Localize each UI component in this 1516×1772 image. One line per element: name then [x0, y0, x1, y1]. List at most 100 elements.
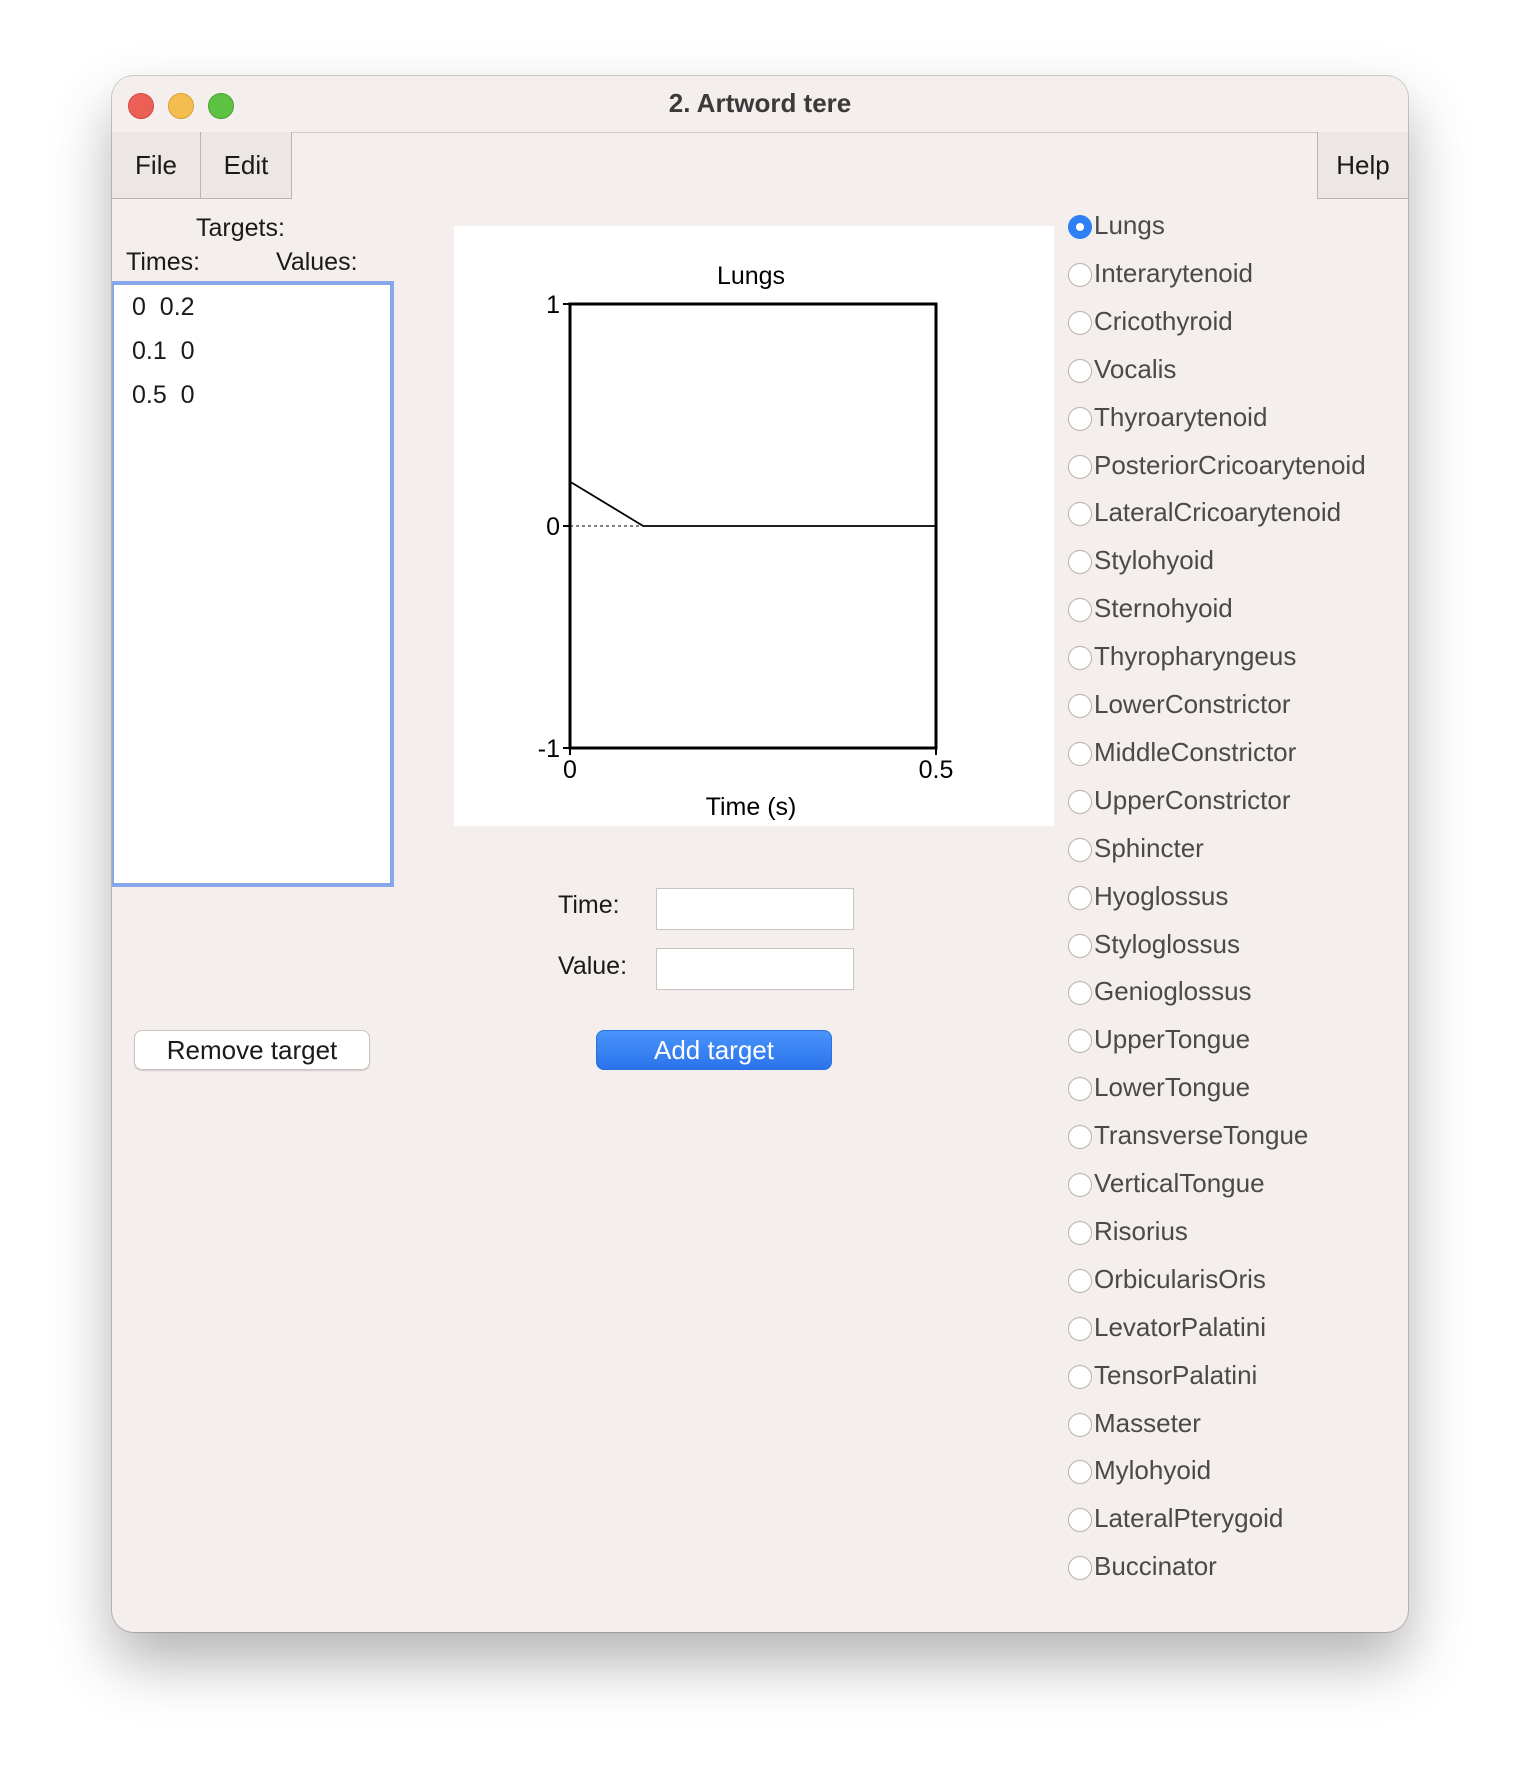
muscle-option-lateralpterygoid[interactable]: LateralPterygoid	[1068, 1503, 1398, 1547]
radio-button[interactable]	[1068, 1364, 1092, 1389]
radio-button[interactable]	[1068, 1125, 1092, 1150]
muscle-option-mylohyoid[interactable]: Mylohyoid	[1068, 1455, 1398, 1499]
muscle-option-genioglossus[interactable]: Genioglossus	[1068, 976, 1398, 1020]
muscle-option-buccinator[interactable]: Buccinator	[1068, 1551, 1398, 1595]
radio-button[interactable]	[1068, 694, 1092, 718]
muscle-option-tensorpalatini[interactable]: TensorPalatini	[1068, 1360, 1398, 1404]
app-window: 2. Artword tere File Edit Help Targets: …	[112, 76, 1408, 1632]
muscle-label: OrbicularisOris	[1094, 1263, 1266, 1294]
muscle-option-cricothyroid[interactable]: Cricothyroid	[1068, 306, 1398, 350]
radio-button[interactable]	[1068, 454, 1092, 479]
chart-panel: Lungs Time (s) 1 0 -1 0 0.5	[454, 226, 1054, 826]
x-tick-label: 0.5	[919, 756, 954, 784]
radio-button[interactable]	[1068, 358, 1092, 383]
muscle-label: PosteriorCricoarytenoid	[1094, 449, 1366, 480]
radio-button[interactable]	[1068, 550, 1092, 575]
radio-button[interactable]	[1068, 1029, 1092, 1054]
muscle-option-orbicularisoris[interactable]: OrbicularisOris	[1068, 1264, 1398, 1308]
value-input[interactable]	[656, 948, 854, 990]
lungs-chart: Lungs Time (s) 10-10 0.5	[538, 262, 954, 821]
radio-button[interactable]	[1068, 406, 1092, 431]
radio-button[interactable]	[1068, 598, 1092, 623]
muscle-label: Lungs	[1094, 210, 1165, 240]
radio-button[interactable]	[1068, 933, 1092, 958]
muscle-option-lungs[interactable]: Lungs	[1068, 210, 1398, 254]
target-row[interactable]: 0.5 0	[132, 381, 195, 410]
help-menu-button[interactable]: Help	[1317, 132, 1408, 199]
muscle-option-sternohyoid[interactable]: Sternohyoid	[1068, 593, 1398, 637]
radio-button[interactable]	[1068, 1412, 1092, 1437]
muscle-label: Hyoglossus	[1094, 880, 1229, 911]
radio-button[interactable]	[1068, 789, 1092, 814]
radio-button[interactable]	[1068, 310, 1092, 335]
muscle-option-sphincter[interactable]: Sphincter	[1068, 833, 1398, 877]
target-row[interactable]: 0 0.2	[132, 293, 195, 322]
muscle-label: Genioglossus	[1094, 976, 1252, 1007]
muscle-label: LevatorPalatini	[1094, 1311, 1266, 1342]
muscle-label: Sternohyoid	[1094, 593, 1233, 624]
radio-button[interactable]	[1068, 885, 1092, 910]
radio-button[interactable]	[1068, 1508, 1092, 1533]
muscle-option-risorius[interactable]: Risorius	[1068, 1216, 1398, 1260]
radio-button[interactable]	[1068, 1460, 1092, 1485]
muscle-label: Thyroarytenoid	[1094, 401, 1268, 432]
radio-button[interactable]	[1068, 1077, 1092, 1102]
y-tick-label: -1	[538, 735, 560, 763]
x-tick-label: 0	[563, 756, 577, 784]
muscle-label: LateralPterygoid	[1094, 1503, 1284, 1534]
muscle-option-middleconstrictor[interactable]: MiddleConstrictor	[1068, 737, 1398, 781]
muscle-label: LateralCricoarytenoid	[1094, 497, 1342, 528]
targets-list[interactable]: 0 0.2 0.1 0 0.5 0	[112, 281, 394, 887]
muscle-option-verticaltongue[interactable]: VerticalTongue	[1068, 1168, 1398, 1212]
muscle-option-lowertongue[interactable]: LowerTongue	[1068, 1072, 1398, 1116]
series-line	[569, 480, 936, 527]
radio-button[interactable]	[1068, 1173, 1092, 1197]
muscle-option-lowerconstrictor[interactable]: LowerConstrictor	[1068, 689, 1398, 733]
muscle-option-upperconstrictor[interactable]: UpperConstrictor	[1068, 785, 1398, 829]
muscle-option-thyroarytenoid[interactable]: Thyroarytenoid	[1068, 402, 1398, 446]
muscle-option-masseter[interactable]: Masseter	[1068, 1408, 1398, 1452]
muscle-option-lateralcricoarytenoid[interactable]: LateralCricoarytenoid	[1068, 497, 1398, 541]
time-label: Time:	[558, 891, 620, 919]
values-column-label: Values:	[276, 248, 358, 276]
radio-button[interactable]	[1068, 215, 1092, 239]
muscle-option-hyoglossus[interactable]: Hyoglossus	[1068, 881, 1398, 925]
muscle-option-interarytenoid[interactable]: Interarytenoid	[1068, 258, 1398, 302]
muscle-option-thyropharyngeus[interactable]: Thyropharyngeus	[1068, 641, 1398, 685]
muscle-label: Risorius	[1094, 1215, 1188, 1246]
radio-button[interactable]	[1068, 741, 1092, 766]
file-menu-button[interactable]: File	[112, 132, 201, 199]
target-row[interactable]: 0.1 0	[132, 337, 195, 366]
muscle-option-levatorpalatini[interactable]: LevatorPalatini	[1068, 1312, 1398, 1356]
radio-button[interactable]	[1068, 262, 1092, 287]
times-column-label: Times:	[126, 248, 201, 276]
radio-button[interactable]	[1068, 981, 1092, 1006]
time-input[interactable]	[656, 888, 854, 930]
muscle-label: TensorPalatini	[1094, 1359, 1258, 1390]
muscle-label: Thyropharyngeus	[1094, 641, 1297, 672]
muscle-option-transversetongue[interactable]: TransverseTongue	[1068, 1120, 1398, 1164]
radio-button[interactable]	[1068, 837, 1092, 862]
muscle-label: LowerTongue	[1094, 1072, 1251, 1103]
muscle-label: Cricothyroid	[1094, 305, 1233, 336]
radio-button[interactable]	[1068, 1316, 1092, 1341]
window-title: 2. Artword tere	[668, 88, 852, 118]
title-bar: 2. Artword tere	[112, 76, 1408, 133]
radio-button[interactable]	[1068, 502, 1092, 527]
muscle-label: Stylohyoid	[1094, 545, 1214, 576]
add-target-button[interactable]: Add target	[596, 1030, 832, 1070]
remove-target-button[interactable]: Remove target	[134, 1030, 370, 1070]
muscle-option-vocalis[interactable]: Vocalis	[1068, 354, 1398, 398]
muscle-option-posteriorcricoarytenoid[interactable]: PosteriorCricoarytenoid	[1068, 450, 1398, 494]
radio-button[interactable]	[1068, 646, 1092, 671]
radio-button[interactable]	[1068, 1220, 1092, 1245]
radio-button[interactable]	[1068, 1268, 1092, 1293]
muscle-option-uppertongue[interactable]: UpperTongue	[1068, 1024, 1398, 1068]
muscle-option-stylohyoid[interactable]: Stylohyoid	[1068, 545, 1398, 589]
edit-menu-button[interactable]: Edit	[200, 132, 292, 199]
x-axis-label: Time (s)	[706, 793, 797, 821]
chart-title: Lungs	[717, 262, 785, 290]
muscle-option-styloglossus[interactable]: Styloglossus	[1068, 929, 1398, 973]
muscle-label: Buccinator	[1094, 1551, 1217, 1582]
radio-button[interactable]	[1068, 1556, 1092, 1581]
